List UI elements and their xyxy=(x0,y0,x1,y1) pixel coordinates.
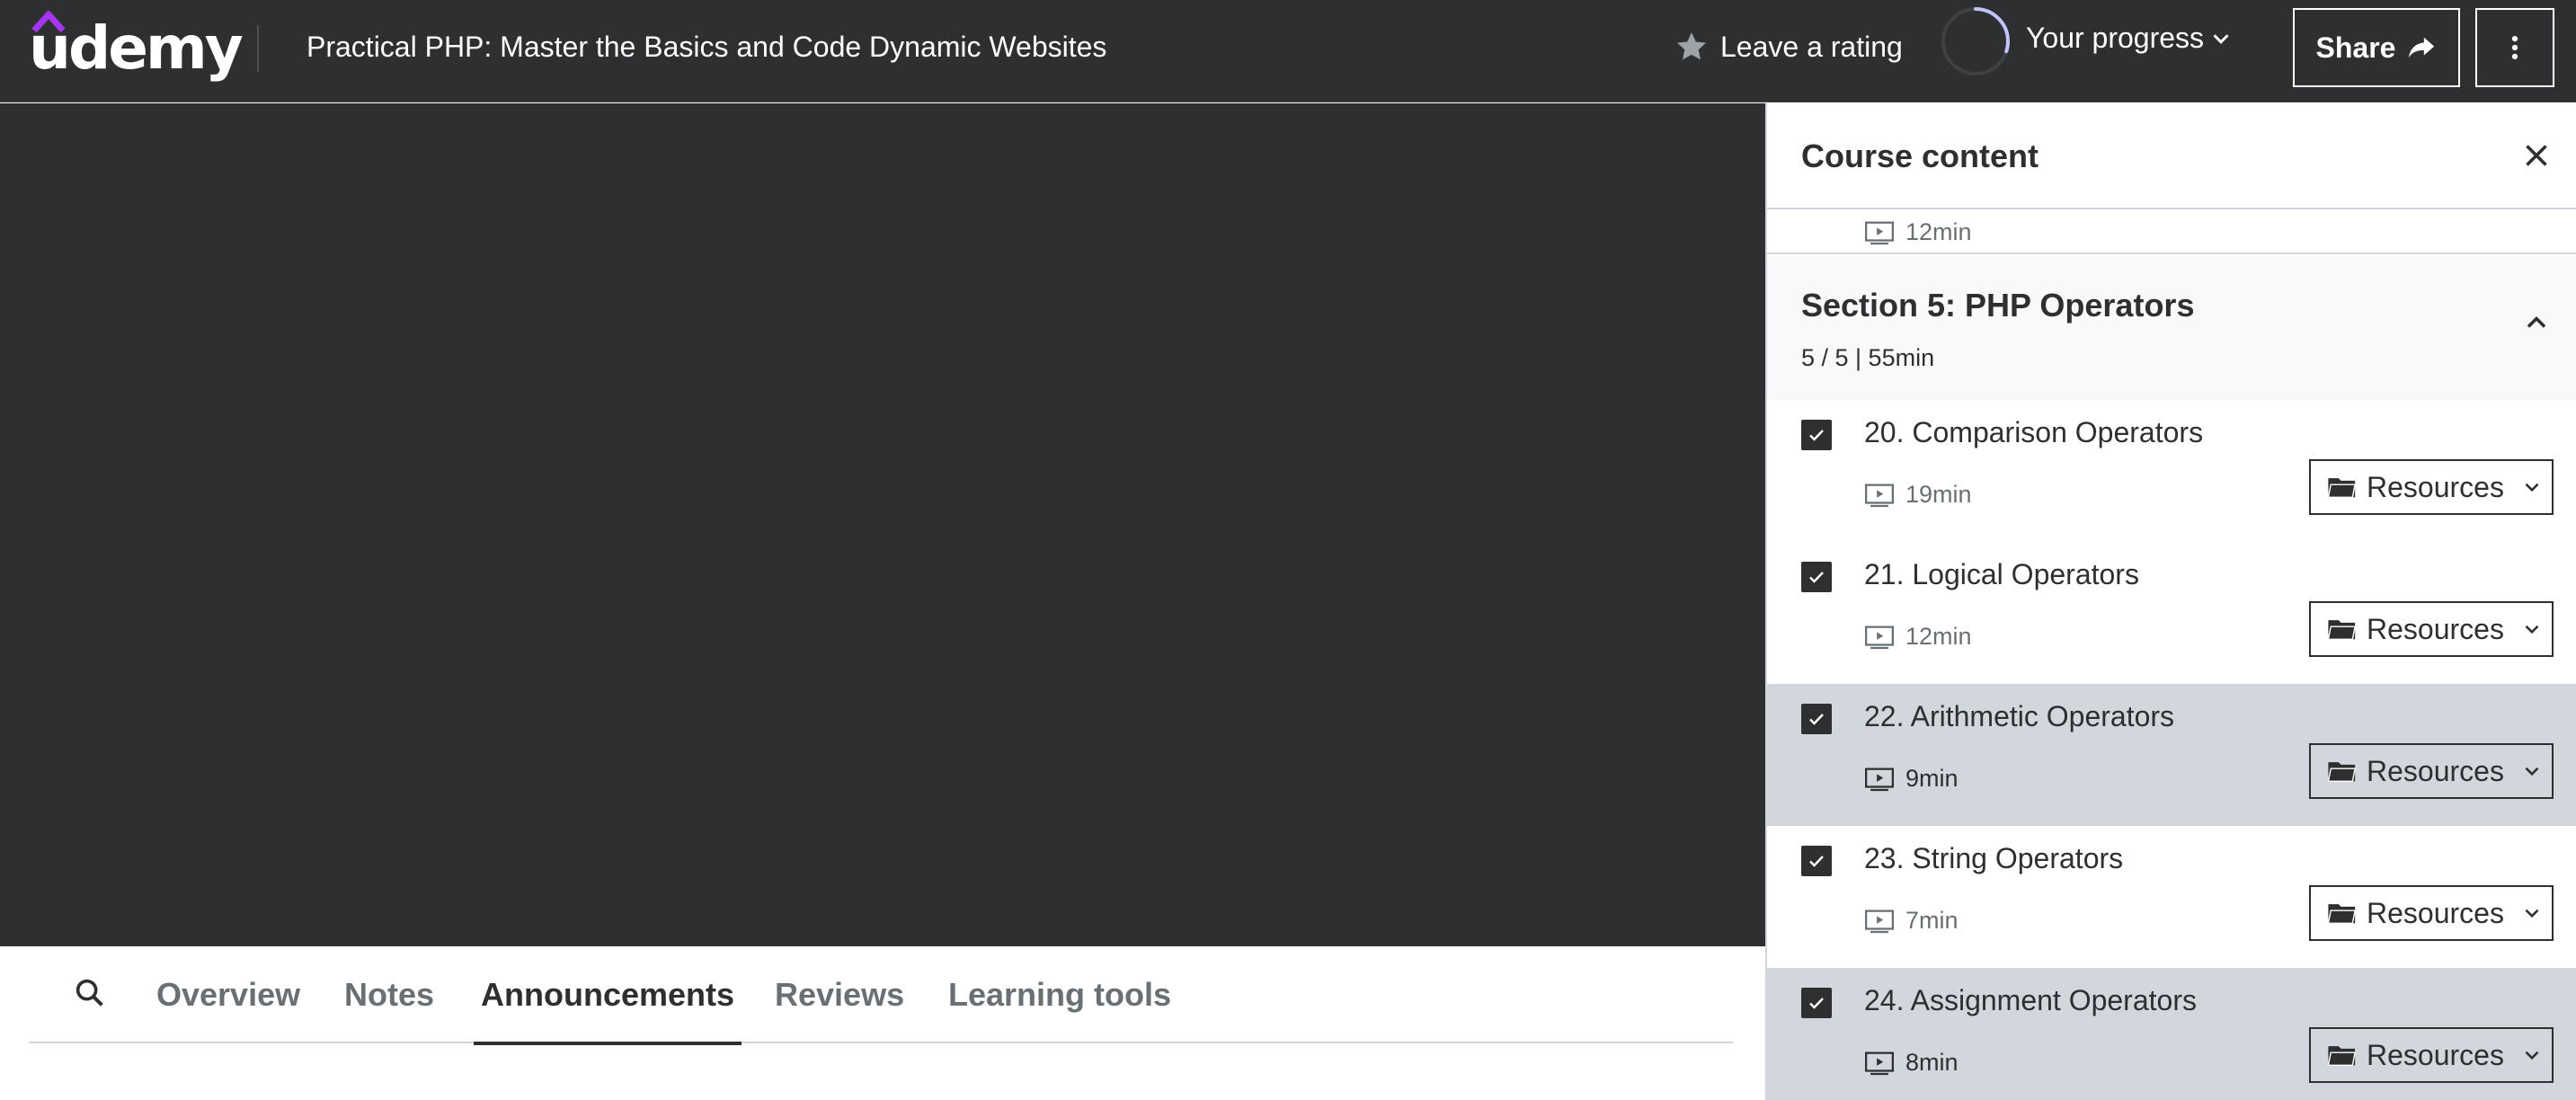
resources-label: Resources xyxy=(2367,896,2504,929)
video-icon xyxy=(1864,625,1895,649)
section-header[interactable]: Section 5: PHP Operators 5 / 5 | 55min xyxy=(1767,256,2576,400)
video-icon xyxy=(1864,221,1895,244)
previous-lecture-duration: 12min xyxy=(1864,218,1972,246)
chevron-down-icon xyxy=(2525,909,2539,918)
lecture-duration-text: 8min xyxy=(1905,1049,1959,1076)
section-meta: 5 / 5 | 55min xyxy=(1801,344,1935,371)
tab-learning-tools[interactable]: Learning tools xyxy=(948,946,1171,1043)
tab-reviews[interactable]: Reviews xyxy=(775,946,904,1043)
completed-checkbox[interactable] xyxy=(1801,988,1832,1018)
folder-icon xyxy=(2327,478,2357,499)
your-progress-label: Your progress xyxy=(2026,22,2205,54)
resources-label: Resources xyxy=(2367,754,2504,787)
lecture-duration-text: 12min xyxy=(1905,623,1972,650)
lecture-duration: 19min xyxy=(1864,481,1972,509)
checkmark-icon xyxy=(1809,998,1824,1009)
resources-dropdown[interactable]: Resources xyxy=(2309,601,2554,657)
completed-checkbox[interactable] xyxy=(1801,562,1832,592)
share-arrow-icon xyxy=(2409,37,2435,58)
previous-lecture-row[interactable]: 12min xyxy=(1767,209,2576,254)
leave-rating-label: Leave a rating xyxy=(1720,30,1903,63)
lecture-duration-text: 7min xyxy=(1905,907,1959,934)
resources-dropdown[interactable]: Resources xyxy=(2309,459,2554,515)
folder-icon xyxy=(2327,1046,2357,1067)
lecture-item[interactable]: 23. String Operators 7min Resources xyxy=(1767,826,2576,968)
chevron-down-icon xyxy=(2525,625,2539,634)
chevron-down-icon xyxy=(2525,767,2539,776)
resources-dropdown[interactable]: Resources xyxy=(2309,1027,2554,1083)
lecture-title: 23. String Operators xyxy=(1864,842,2124,874)
video-icon xyxy=(1864,909,1895,933)
folder-icon xyxy=(2327,620,2357,641)
progress-ring xyxy=(1941,7,2010,75)
section-title: Section 5: PHP Operators xyxy=(1801,287,2195,324)
resources-label: Resources xyxy=(2367,470,2504,503)
completed-checkbox[interactable] xyxy=(1801,704,1832,734)
lecture-duration: 12min xyxy=(1864,623,1972,651)
sidebar-header: Course content xyxy=(1767,103,2576,209)
lecture-title: 20. Comparison Operators xyxy=(1864,416,2204,448)
logo-hat-icon xyxy=(31,11,66,32)
lecture-duration-text: 19min xyxy=(1905,481,1972,508)
course-title[interactable]: Practical PHP: Master the Basics and Cod… xyxy=(306,0,1106,93)
lecture-duration-text: 9min xyxy=(1905,765,1959,792)
header-divider xyxy=(257,25,259,72)
lecture-duration: 8min xyxy=(1864,1049,1959,1077)
completed-checkbox[interactable] xyxy=(1801,420,1832,450)
resources-label: Resources xyxy=(2367,1038,2504,1071)
search-icon[interactable] xyxy=(72,975,108,1011)
lecture-item[interactable]: 20. Comparison Operators 19min Resources xyxy=(1767,400,2576,542)
tab-overview[interactable]: Overview xyxy=(156,946,300,1043)
chevron-down-icon xyxy=(2525,1051,2539,1060)
close-icon[interactable] xyxy=(2520,139,2553,172)
lecture-item[interactable]: 22. Arithmetic Operators 9min Resources xyxy=(1767,684,2576,826)
lecture-duration: 7min xyxy=(1864,907,1959,935)
lecture-title: 22. Arithmetic Operators xyxy=(1864,700,2175,732)
tabs-area: Overview Notes Announcements Reviews Lea… xyxy=(0,946,1765,1100)
chevron-down-icon xyxy=(2525,483,2539,492)
previous-duration-text: 12min xyxy=(1905,218,1972,245)
folder-icon xyxy=(2327,904,2357,925)
sidebar-title: Course content xyxy=(1801,138,2039,174)
chevron-down-icon xyxy=(2213,34,2229,44)
video-icon xyxy=(1864,1051,1895,1075)
top-header: udemy Practical PHP: Master the Basics a… xyxy=(0,0,2576,102)
lecture-title: 21. Logical Operators xyxy=(1864,558,2139,590)
share-label: Share xyxy=(2315,31,2396,64)
video-icon xyxy=(1864,483,1895,507)
video-player[interactable] xyxy=(0,103,1765,946)
resources-dropdown[interactable]: Resources xyxy=(2309,885,2554,941)
star-icon xyxy=(1677,32,1706,60)
share-button[interactable]: Share xyxy=(2293,8,2460,87)
video-icon xyxy=(1864,767,1895,791)
vertical-dots-icon xyxy=(2511,35,2518,60)
tab-bar: Overview Notes Announcements Reviews Lea… xyxy=(29,946,1733,1045)
completed-checkbox[interactable] xyxy=(1801,846,1832,876)
resources-label: Resources xyxy=(2367,612,2504,645)
lecture-duration: 9min xyxy=(1864,765,1959,793)
tab-notes[interactable]: Notes xyxy=(344,946,434,1043)
checkmark-icon xyxy=(1809,714,1824,725)
checkmark-icon xyxy=(1809,430,1824,441)
leave-rating-button[interactable]: Leave a rating xyxy=(1674,0,1903,93)
udemy-logo[interactable]: udemy xyxy=(29,11,244,84)
folder-icon xyxy=(2327,762,2357,783)
resources-dropdown[interactable]: Resources xyxy=(2309,743,2554,799)
lecture-item[interactable]: 21. Logical Operators 12min Resources xyxy=(1767,542,2576,684)
lecture-title: 24. Assignment Operators xyxy=(1864,984,2197,1016)
tab-announcements[interactable]: Announcements xyxy=(473,946,742,1045)
more-options-button[interactable] xyxy=(2475,8,2554,87)
lecture-item[interactable]: 24. Assignment Operators 8min Resources xyxy=(1767,968,2576,1100)
chevron-up-icon xyxy=(2527,315,2546,328)
course-content-sidebar: Course content 12min Section 5: PHP Oper… xyxy=(1765,103,2576,1100)
checkmark-icon xyxy=(1809,856,1824,867)
checkmark-icon xyxy=(1809,572,1824,583)
